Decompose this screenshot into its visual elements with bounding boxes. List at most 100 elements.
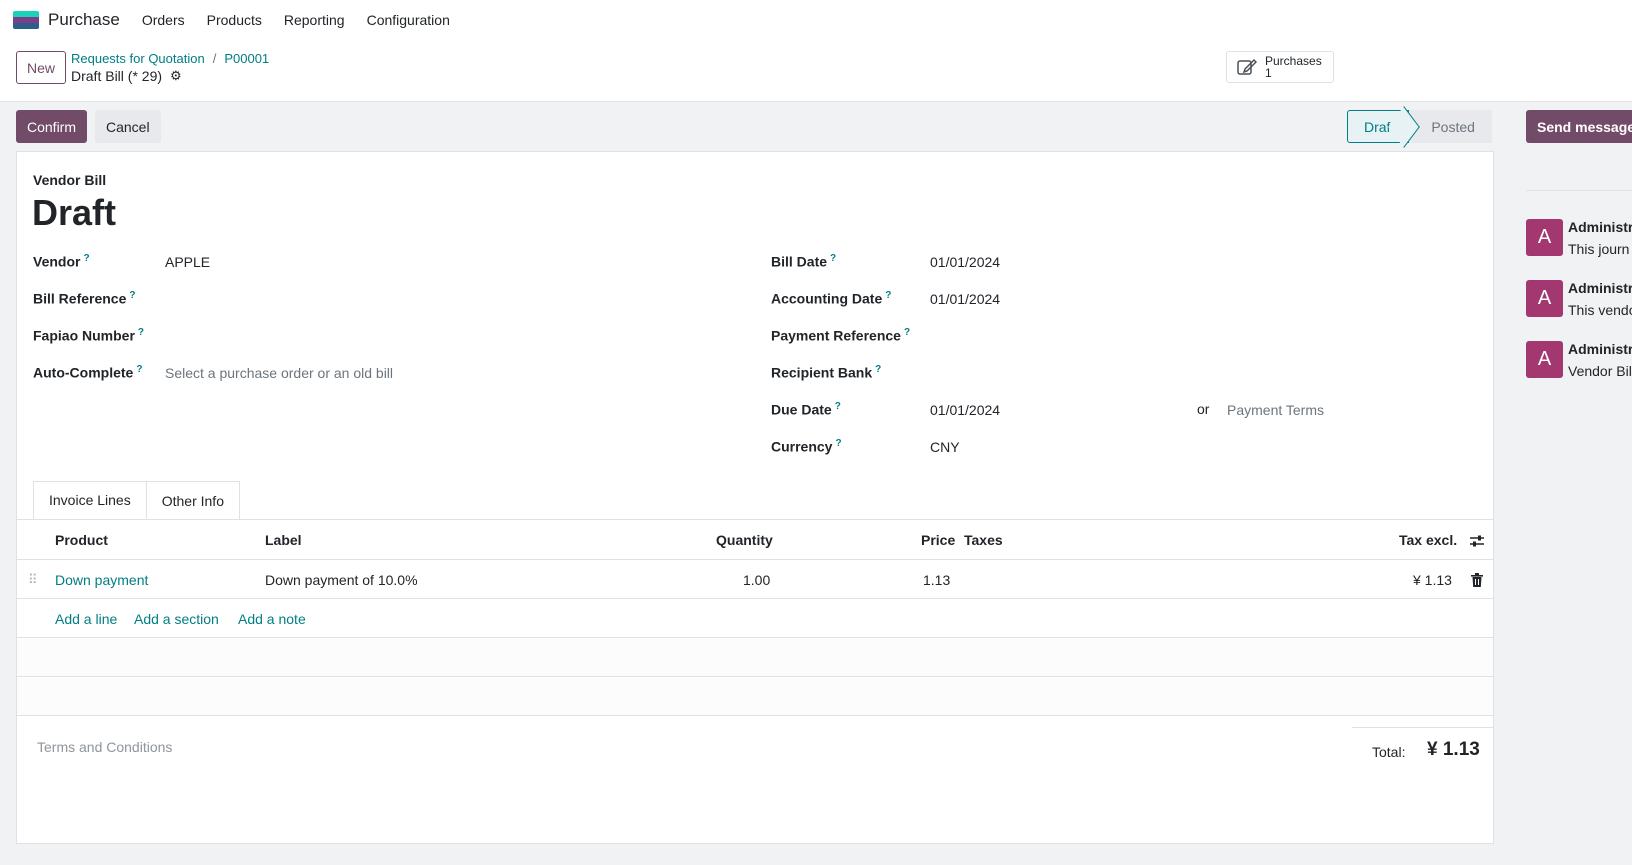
avatar[interactable]: A — [1526, 280, 1563, 317]
help-icon[interactable]: ? — [129, 290, 135, 301]
confirm-button[interactable]: Confirm — [16, 110, 88, 143]
vendor-field[interactable]: APPLE — [165, 254, 210, 270]
add-line-link[interactable]: Add a line — [55, 611, 117, 627]
add-links-row: Add a line Add a section Add a note — [17, 600, 1493, 638]
table-row[interactable]: ⠿ Down payment Down payment of 10.0% 1.0… — [17, 561, 1493, 599]
purchases-smart-button[interactable]: Purchases 1 — [1226, 51, 1334, 83]
bill-reference-label: Bill Reference? — [33, 290, 136, 307]
bill-reference-field[interactable] — [165, 291, 725, 309]
message-body: This vendo — [1568, 302, 1632, 318]
empty-row — [17, 678, 1493, 716]
bill-date-label: Bill Date? — [771, 253, 837, 270]
vendor-label: Vendor? — [33, 253, 90, 270]
due-date-field[interactable]: 01/01/2024 — [930, 402, 1000, 418]
help-icon[interactable]: ? — [138, 327, 144, 338]
gear-icon[interactable]: ⚙ — [170, 68, 182, 84]
help-icon[interactable]: ? — [885, 290, 891, 301]
fapiao-number-field[interactable] — [165, 328, 725, 346]
control-panel: New Requests for Quotation / P00001 Draf… — [0, 40, 1632, 102]
column-product[interactable]: Product — [55, 532, 108, 548]
smart-button-label: Purchases — [1265, 54, 1322, 68]
fapiao-number-label: Fapiao Number? — [33, 327, 145, 344]
purchase-app-icon[interactable] — [13, 11, 39, 29]
total-value: ¥ 1.13 — [1427, 739, 1480, 760]
document-type: Vendor Bill — [33, 172, 107, 188]
help-icon[interactable]: ? — [835, 401, 841, 412]
help-icon[interactable]: ? — [830, 253, 836, 264]
auto-complete-label: Auto-Complete? — [33, 364, 143, 381]
breadcrumb-rfq[interactable]: Requests for Quotation — [71, 51, 205, 66]
drag-handle-icon[interactable]: ⠿ — [28, 572, 38, 588]
column-settings-icon[interactable] — [1469, 534, 1485, 548]
accounting-date-label: Accounting Date? — [771, 290, 892, 307]
help-icon[interactable]: ? — [83, 253, 89, 264]
tab-invoice-lines[interactable]: Invoice Lines — [33, 481, 147, 519]
cancel-button[interactable]: Cancel — [95, 110, 161, 143]
payment-reference-field[interactable] — [930, 328, 1470, 346]
message-author[interactable]: Administr — [1568, 341, 1632, 357]
record-title: Draft Bill (* 29) ⚙ — [71, 68, 182, 84]
nav-orders[interactable]: Orders — [142, 12, 185, 28]
currency-field[interactable]: CNY — [930, 439, 960, 455]
add-section-link[interactable]: Add a section — [134, 611, 219, 627]
auto-complete-field[interactable]: Select a purchase order or an old bill — [165, 365, 393, 381]
recipient-bank-field[interactable] — [930, 365, 1470, 383]
nav-configuration[interactable]: Configuration — [367, 12, 450, 28]
terms-and-conditions-field[interactable]: Terms and Conditions — [37, 739, 172, 755]
row-quantity[interactable]: 1.00 — [743, 572, 770, 588]
row-price[interactable]: 1.13 — [923, 572, 950, 588]
bill-date-field[interactable]: 01/01/2024 — [930, 254, 1000, 270]
due-date-label: Due Date? — [771, 401, 841, 418]
document-state-title: Draft — [32, 192, 117, 233]
status-draft[interactable]: Draft — [1347, 110, 1410, 143]
status-draft-label: Draft — [1364, 118, 1395, 135]
empty-row — [17, 639, 1493, 677]
top-navbar: Purchase Orders Products Reporting Confi… — [0, 0, 1632, 40]
message-body: This journ — [1568, 241, 1630, 257]
help-icon[interactable]: ? — [875, 364, 881, 375]
nav-products[interactable]: Products — [207, 12, 262, 28]
column-price[interactable]: Price — [921, 532, 955, 548]
message-author[interactable]: Administr — [1568, 280, 1632, 296]
help-icon[interactable]: ? — [904, 327, 910, 338]
help-icon[interactable]: ? — [835, 438, 841, 449]
avatar[interactable]: A — [1526, 341, 1563, 378]
send-message-button[interactable]: Send message — [1526, 110, 1632, 143]
help-icon[interactable]: ? — [136, 364, 142, 375]
chatter-divider — [1526, 190, 1632, 191]
form-sheet: Vendor Bill Draft Vendor? APPLE Bill Ref… — [16, 151, 1494, 844]
column-taxes[interactable]: Taxes — [964, 532, 1003, 548]
breadcrumb-separator: / — [212, 51, 217, 66]
column-tax-excl[interactable]: Tax excl. — [1399, 532, 1457, 548]
accounting-date-field[interactable]: 01/01/2024 — [930, 291, 1000, 307]
record-title-text: Draft Bill (* 29) — [71, 68, 163, 84]
smart-button-count: 1 — [1265, 66, 1272, 80]
row-label[interactable]: Down payment of 10.0% — [265, 572, 418, 588]
add-note-link[interactable]: Add a note — [238, 611, 306, 627]
total-label: Total: — [1372, 744, 1406, 760]
breadcrumb-po[interactable]: P00001 — [224, 51, 269, 66]
nav-reporting[interactable]: Reporting — [284, 12, 345, 28]
status-bar: Draft Posted — [1347, 110, 1492, 143]
row-product[interactable]: Down payment — [55, 572, 148, 588]
new-button[interactable]: New — [16, 51, 67, 84]
payment-terms-field[interactable]: Payment Terms — [1227, 402, 1324, 418]
app-name[interactable]: Purchase — [48, 10, 120, 30]
message-body: Vendor Bil — [1568, 363, 1632, 379]
invoice-lines-header: Product Label Quantity Price Taxes Tax e… — [17, 520, 1493, 560]
tab-other-info[interactable]: Other Info — [146, 481, 240, 519]
breadcrumb: Requests for Quotation / P00001 — [71, 51, 269, 66]
column-quantity[interactable]: Quantity — [716, 532, 773, 548]
message-author[interactable]: Administr — [1568, 219, 1632, 235]
payment-reference-label: Payment Reference? — [771, 327, 911, 344]
recipient-bank-label: Recipient Bank? — [771, 364, 882, 381]
trash-icon[interactable] — [1471, 573, 1483, 587]
row-tax-excl: ¥ 1.13 — [1413, 572, 1452, 588]
edit-icon — [1237, 58, 1257, 75]
avatar[interactable]: A — [1526, 219, 1563, 256]
status-posted[interactable]: Posted — [1409, 110, 1492, 143]
notebook-tabs: Invoice Lines Other Info — [33, 481, 240, 519]
currency-label: Currency? — [771, 438, 842, 455]
or-label: or — [1197, 401, 1210, 417]
column-label[interactable]: Label — [265, 532, 302, 548]
